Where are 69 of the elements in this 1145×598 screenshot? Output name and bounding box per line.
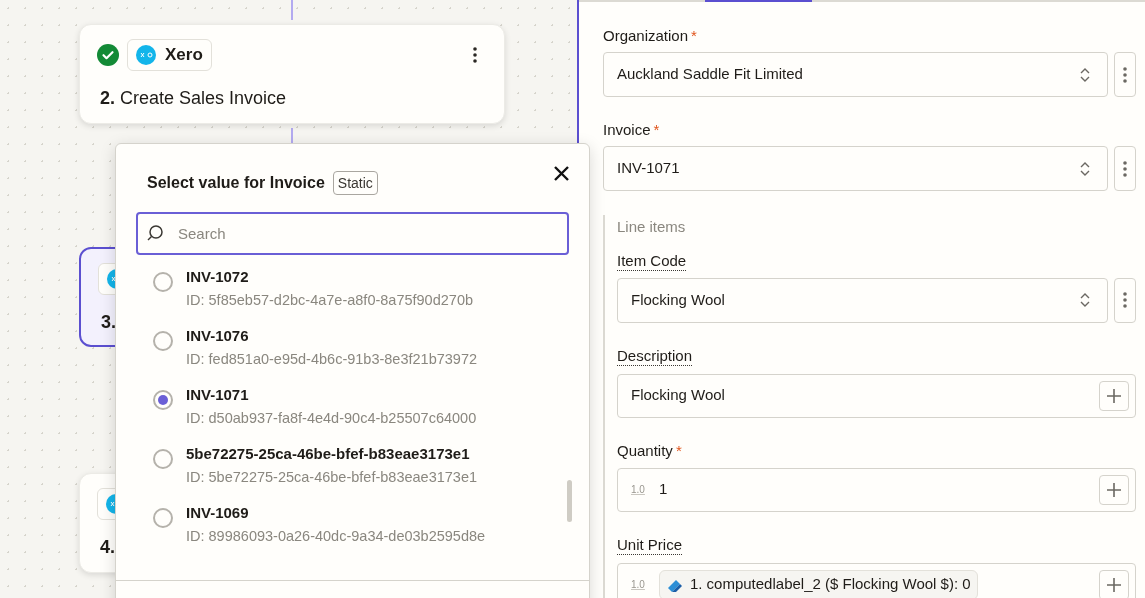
option-id: ID: 89986093-0a26-40dc-9a34-de03b2595d8e [186, 527, 486, 546]
field-label: Item Code [617, 251, 687, 271]
option-id: ID: fed851a0-e95d-4b6c-91b3-8e3f21b73972 [186, 350, 478, 369]
add-button[interactable] [1099, 569, 1129, 598]
option-item[interactable]: INV-1076 ID: fed851a0-e95d-4b6c-91b3-8e3f21b73972 [116, 326, 589, 385]
xero-logo-icon [136, 45, 156, 65]
plus-icon [1106, 481, 1122, 498]
option-label: INV-1069 [186, 503, 250, 523]
field-label: Organization [603, 27, 689, 45]
chevron-up-down-icon [1079, 292, 1091, 308]
plus-icon [1106, 576, 1122, 593]
option-label: INV-1072 [186, 267, 250, 287]
option-label: INV-1076 [186, 326, 250, 346]
required-mark: * [675, 441, 682, 460]
more-icon [1123, 66, 1127, 83]
select-field[interactable]: INV-1071 [603, 146, 1108, 191]
more-icon [1123, 160, 1127, 177]
check-circle-icon [97, 44, 119, 66]
step-title: 3. [101, 311, 116, 334]
add-button[interactable] [1099, 380, 1129, 411]
field-label: Unit Price [617, 535, 683, 555]
option-item[interactable]: INV-1071 ID: d50ab937-fa8f-4e4d-90c4-b25507c64000 [116, 385, 589, 444]
chevron-up-down-icon [1079, 160, 1091, 177]
more-icon [473, 47, 477, 63]
number-type-icon: 1.0 [631, 577, 645, 592]
option-id: ID: 5be72275-25ca-46be-bfef-b83eae3173e1 [186, 468, 478, 487]
radio-button[interactable] [153, 449, 173, 469]
field-label: Invoice [603, 121, 651, 139]
option-label: INV-1071 [186, 385, 250, 405]
radio-button[interactable] [153, 272, 173, 292]
option-item[interactable]: INV-1069 ID: 89986093-0a26-40dc-9a34-de03b2595d8e [116, 503, 589, 562]
scrollbar-thumb[interactable] [567, 480, 572, 522]
option-item[interactable]: INV-1072 ID: 5f85eb57-d2bc-4a7e-a8f0-8a75f90d270b [116, 267, 589, 326]
required-mark: * [691, 27, 697, 45]
chevron-up-down-icon [1079, 66, 1091, 83]
plus-icon [1106, 387, 1122, 404]
field-menu-button[interactable] [1114, 277, 1136, 323]
step-card[interactable]: Xero 2. Create Sales Invoice [79, 24, 505, 124]
search-icon [146, 224, 164, 242]
input-field[interactable]: 1.0 1. computedlabel_2 ($ Flocking Wool $): 0 [617, 562, 1136, 598]
option-id: ID: d50ab937-fa8f-4e4d-90c4-b25507c64000 [186, 409, 477, 428]
input-field[interactable]: 1.0 1 [617, 467, 1136, 512]
option-id: ID: 5f85eb57-d2bc-4a7e-a8f0-8a75f90d270b [186, 291, 473, 310]
more-icon [1123, 292, 1127, 308]
field-menu-button[interactable] [1114, 52, 1136, 97]
search-field[interactable]: Search [136, 212, 569, 255]
close-icon [553, 165, 569, 181]
step-title: 2. Create Sales Invoice [100, 87, 287, 110]
field-menu-button[interactable] [1114, 146, 1136, 191]
number-type-icon: 1.0 [631, 482, 645, 497]
select-field[interactable]: Flocking Wool [617, 277, 1108, 323]
radio-button[interactable] [153, 390, 173, 410]
select-field[interactable]: Auckland Saddle Fit Limited [603, 52, 1108, 97]
mapped-value-pill[interactable]: 1. computedlabel_2 ($ Flocking Wool $): 0 [658, 569, 978, 598]
static-tag: Static [332, 171, 378, 195]
option-label: 5be72275-25ca-46be-bfef-b83eae3173e1 [186, 444, 471, 464]
required-mark: * [653, 121, 660, 139]
option-item[interactable]: 5be72275-25ca-46be-bfef-b83eae3173e1 ID: 5be72275-25ca-46be-bfef-b83eae3173e1 [116, 444, 589, 503]
group-title: Line items [617, 217, 687, 237]
step-title: 4. [100, 536, 115, 559]
radio-button[interactable] [153, 508, 173, 528]
field-label: Quantity [617, 441, 673, 460]
input-field[interactable]: Flocking Wool [617, 373, 1136, 418]
close-button[interactable] [551, 163, 571, 183]
field-label: Description [617, 346, 693, 366]
popup-title: Select value for Invoice [147, 173, 325, 193]
radio-button[interactable] [153, 331, 173, 351]
app-name: Xero [165, 44, 203, 67]
add-button[interactable] [1099, 474, 1129, 505]
